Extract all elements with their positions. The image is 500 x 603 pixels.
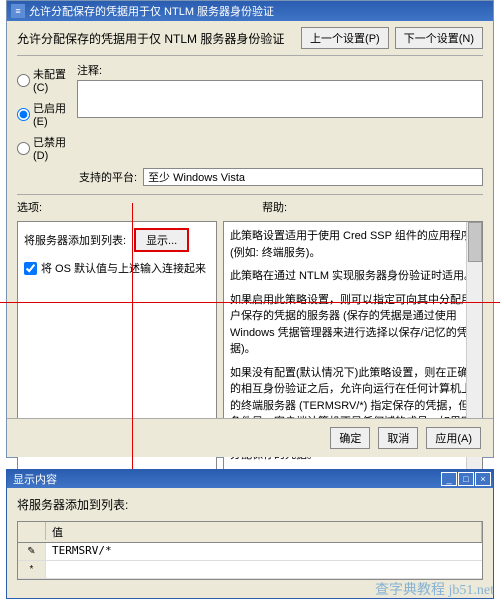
- comment-label: 注释:: [77, 62, 483, 78]
- add-servers-label: 将服务器添加到列表:: [24, 232, 126, 248]
- edit-row-icon: ✎: [18, 543, 46, 560]
- concat-checkbox[interactable]: [24, 262, 37, 275]
- options-label: 选项:: [17, 199, 42, 215]
- radio-enabled[interactable]: 已启用(E): [17, 100, 77, 128]
- policy-dialog: ≡ 允许分配保存的凭据用于仅 NTLM 服务器身份验证 允许分配保存的凭据用于仅…: [6, 0, 494, 458]
- minimize-icon[interactable]: _: [441, 472, 457, 486]
- window-title: 显示内容: [13, 471, 57, 487]
- app-icon: ≡: [11, 4, 25, 18]
- value-grid[interactable]: 值 ✎ TERMSRV/* *: [17, 521, 483, 580]
- maximize-icon[interactable]: □: [458, 472, 474, 486]
- platform-field: [143, 168, 483, 186]
- show-button[interactable]: 显示...: [134, 228, 189, 252]
- value-column-header: 值: [46, 522, 482, 542]
- state-radio-group: 未配置(C) 已启用(E) 已禁用(D): [17, 62, 77, 162]
- prev-setting-button[interactable]: 上一个设置(P): [301, 27, 389, 49]
- apply-button[interactable]: 应用(A): [426, 427, 481, 449]
- new-row-icon: *: [18, 561, 46, 578]
- table-row[interactable]: *: [18, 561, 482, 579]
- value-cell[interactable]: TERMSRV/*: [46, 543, 482, 560]
- annotation-line-horizontal: [0, 302, 500, 303]
- radio-not-configured[interactable]: 未配置(C): [17, 66, 77, 94]
- title-bar[interactable]: 显示内容 _ □ ×: [7, 470, 493, 488]
- comment-textarea[interactable]: [77, 80, 483, 118]
- concat-checkbox-label[interactable]: 将 OS 默认值与上述输入连接起来: [24, 260, 210, 276]
- row-marker-header: [18, 522, 46, 540]
- table-row[interactable]: ✎ TERMSRV/*: [18, 543, 482, 561]
- radio-disabled[interactable]: 已禁用(D): [17, 134, 77, 162]
- scroll-thumb[interactable]: [468, 222, 482, 262]
- title-bar[interactable]: ≡ 允许分配保存的凭据用于仅 NTLM 服务器身份验证: [7, 1, 493, 21]
- watermark: 查字典教程 jb51.net: [375, 579, 494, 599]
- help-text: 此策略设置适用于使用 Cred SSP 组件的应用程序(例如: 终端服务)。: [230, 228, 476, 261]
- window-title: 允许分配保存的凭据用于仅 NTLM 服务器身份验证: [29, 3, 274, 19]
- help-text: 此策略在通过 NTLM 实现服务器身份验证时适用。: [230, 268, 476, 285]
- divider: [17, 194, 483, 195]
- ok-button[interactable]: 确定: [330, 427, 370, 449]
- divider: [17, 55, 483, 56]
- policy-name: 允许分配保存的凭据用于仅 NTLM 服务器身份验证: [17, 30, 284, 47]
- add-servers-label: 将服务器添加到列表:: [17, 496, 483, 513]
- cancel-button[interactable]: 取消: [378, 427, 418, 449]
- close-icon[interactable]: ×: [475, 472, 491, 486]
- next-setting-button[interactable]: 下一个设置(N): [395, 27, 483, 49]
- help-label: 帮助:: [262, 199, 287, 215]
- value-cell[interactable]: [46, 561, 482, 578]
- platform-label: 支持的平台:: [79, 169, 137, 185]
